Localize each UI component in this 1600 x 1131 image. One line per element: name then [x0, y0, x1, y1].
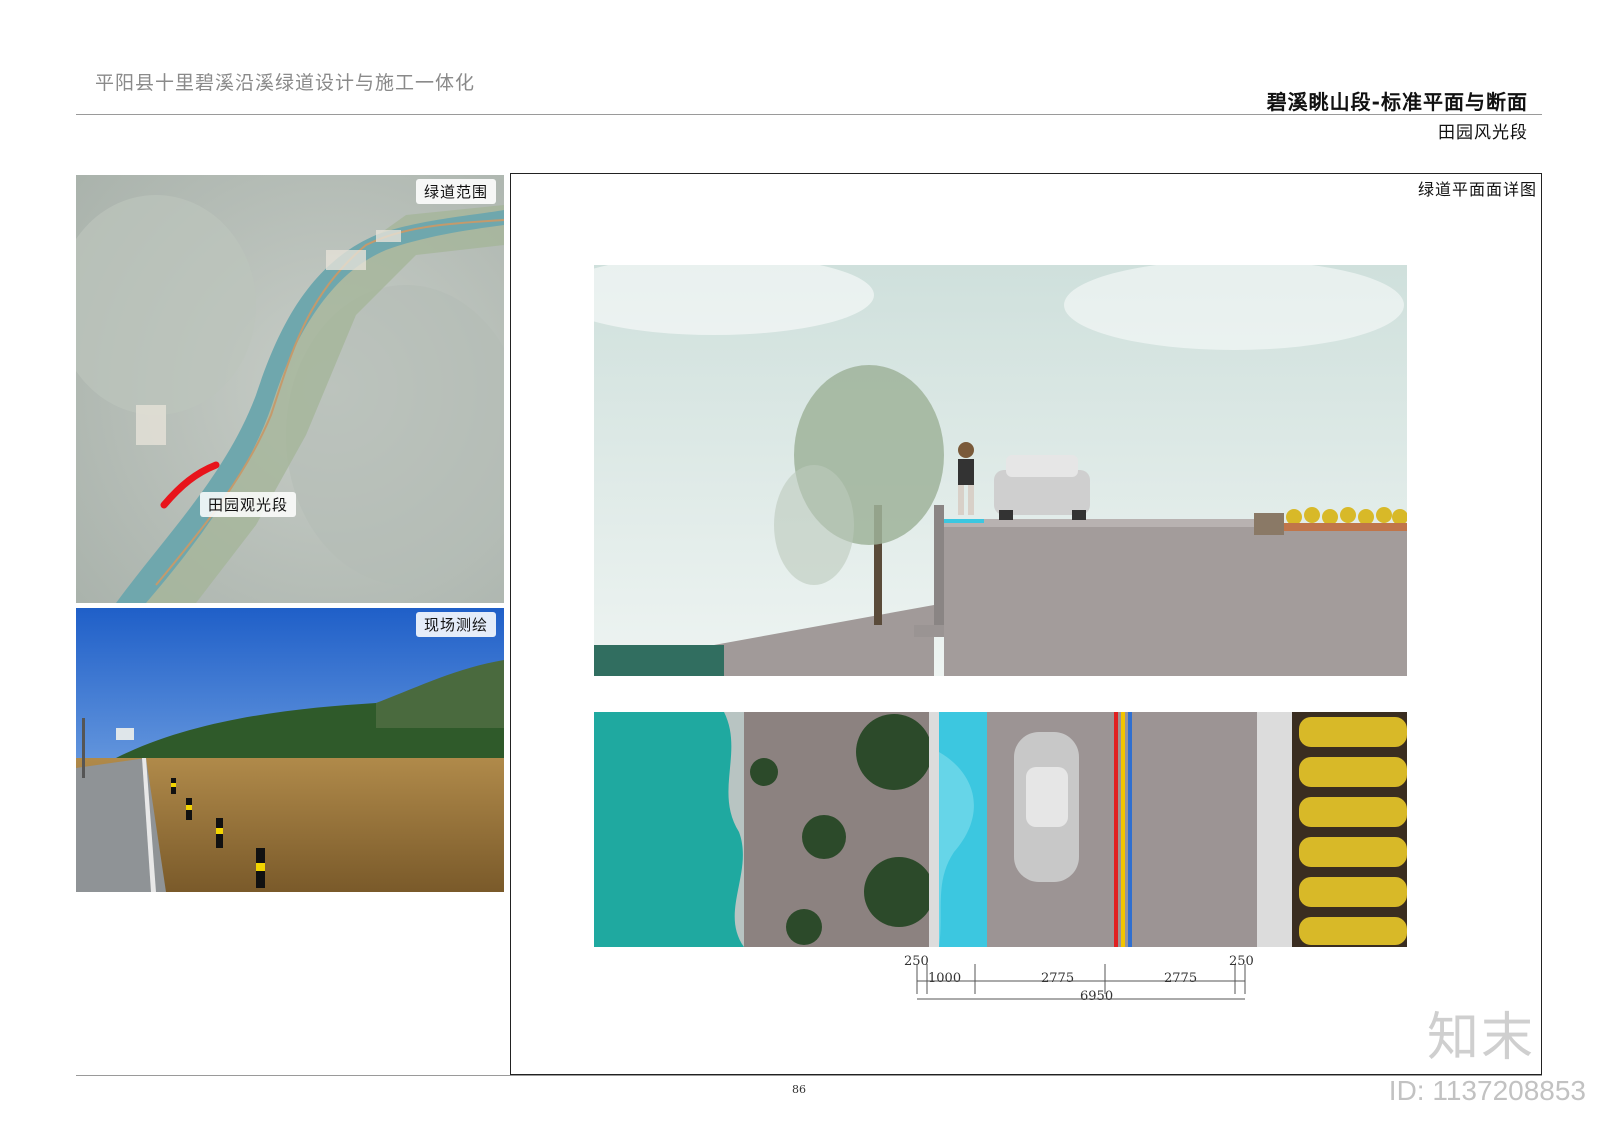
section-illustration	[594, 265, 1407, 676]
aerial-map-image	[76, 175, 504, 603]
dim-right-curb: 250	[1229, 954, 1254, 969]
main-panel-label: 绿道平面面详图	[1417, 180, 1537, 199]
footer-divider	[76, 1075, 1542, 1076]
plan-illustration	[594, 712, 1407, 947]
main-drawing-frame: 绿道平面面详图 250 1000 2775 2775 250 6950	[510, 173, 1542, 1075]
dim-lane-right: 2775	[1164, 971, 1198, 986]
page-number: 86	[792, 1083, 806, 1096]
location-map: 绿道范围 田园观光段	[76, 175, 504, 603]
project-title: 平阳县十里碧溪沿溪绿道设计与施工一体化	[95, 72, 476, 94]
field-photo-image	[76, 608, 504, 892]
sheet-subtitle: 田园风光段	[1438, 123, 1528, 143]
watermark-brand: 知末	[1426, 1008, 1535, 1068]
dim-bike-lane: 1000	[928, 971, 962, 986]
site-photo: 现场测绘	[76, 608, 504, 892]
segment-label: 田园观光段	[200, 492, 297, 517]
sheet-title: 碧溪眺山段-标准平面与断面	[1266, 90, 1528, 114]
dim-left-curb: 250	[904, 954, 929, 969]
dim-total: 6950	[1080, 989, 1114, 1004]
dim-lane-left: 2775	[1041, 971, 1075, 986]
cross-section-drawing	[594, 265, 1407, 676]
header-divider	[76, 114, 1542, 115]
watermark-id: ID: 1137208853	[1388, 1075, 1586, 1106]
map-label: 绿道范围	[415, 179, 496, 204]
photo-label: 现场测绘	[415, 612, 496, 637]
plan-view-drawing	[594, 712, 1407, 947]
